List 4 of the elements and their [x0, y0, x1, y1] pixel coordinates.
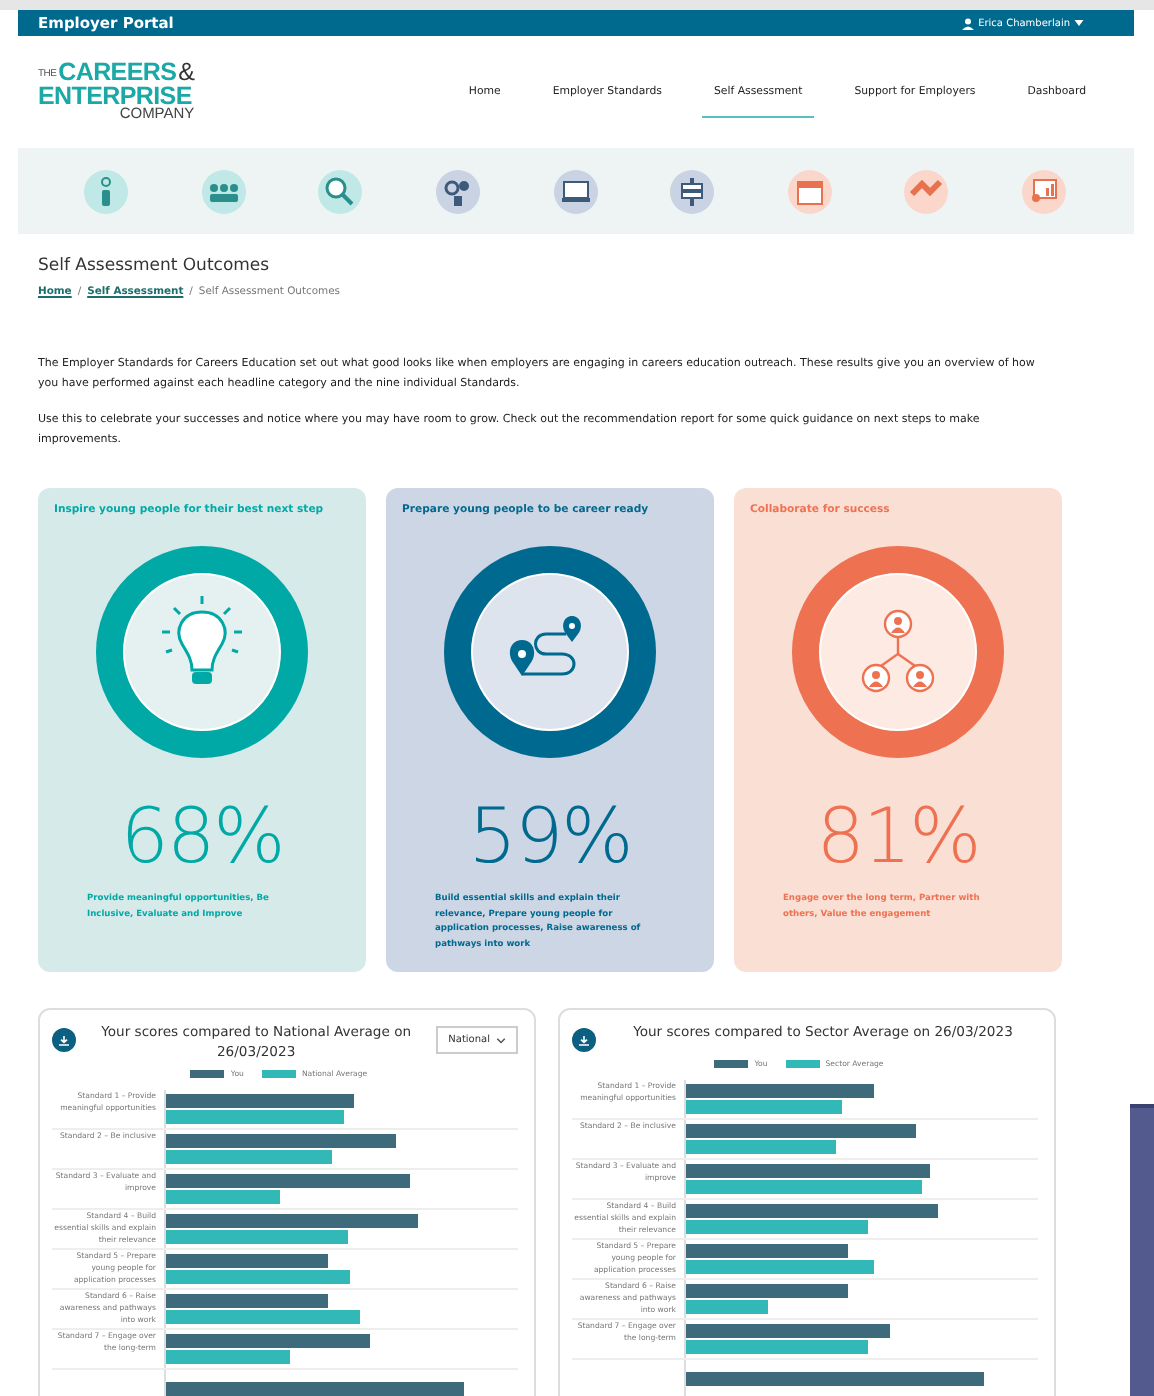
- percentage-score: 68%: [120, 792, 284, 880]
- percentage-score: 81%: [816, 792, 980, 880]
- percentage-score: 59%: [468, 792, 632, 880]
- page-title: Self Assessment Outcomes: [38, 256, 272, 276]
